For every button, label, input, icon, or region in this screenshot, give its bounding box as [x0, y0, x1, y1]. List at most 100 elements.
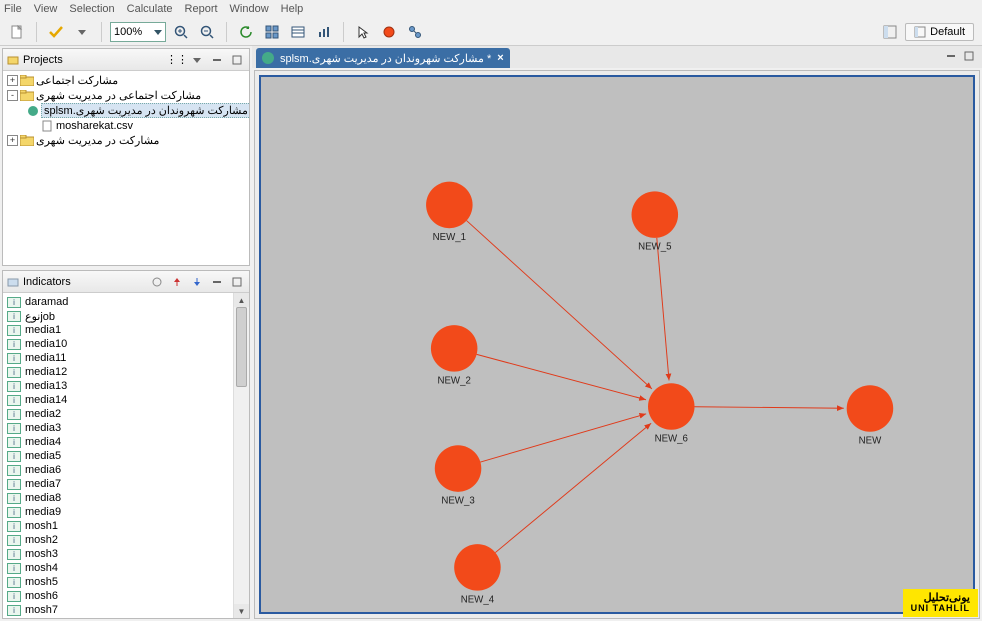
panel-title: Indicators [23, 276, 71, 288]
indicator-icon: i [7, 311, 21, 322]
indicator-item[interactable]: imosh2 [3, 533, 249, 547]
sort-desc-icon[interactable] [189, 274, 205, 290]
node-label: NEW_6 [655, 433, 688, 444]
menu-item-selection[interactable]: Selection [69, 3, 114, 15]
indicator-label: mosh1 [25, 520, 58, 532]
diagram-node[interactable] [847, 385, 894, 432]
view-toolbar: Default [879, 18, 974, 46]
indicator-item[interactable]: imedia9 [3, 505, 249, 519]
minimize-icon[interactable] [209, 274, 225, 290]
indicator-item[interactable]: i media13 [3, 379, 249, 393]
grid-view-icon[interactable] [261, 21, 283, 43]
zoom-in-icon[interactable] [170, 21, 192, 43]
diagram-edge[interactable] [695, 407, 844, 408]
indicator-item[interactable]: imedia7 [3, 477, 249, 491]
new-file-icon[interactable] [6, 21, 28, 43]
indicator-icon: i [7, 451, 21, 462]
minimize-editor-icon[interactable] [944, 49, 958, 63]
tab-model[interactable]: splsm.مشارکت شهروندان در مدیریت شهری * × [256, 48, 510, 68]
tree-item[interactable]: mosharekat.csv [7, 118, 245, 133]
zoom-select[interactable]: 100% [110, 22, 166, 42]
link-tool-icon[interactable] [404, 21, 426, 43]
indicator-label: mosh5 [25, 576, 58, 588]
validate-icon[interactable] [45, 21, 67, 43]
sort-asc-icon[interactable] [169, 274, 185, 290]
perspective-default[interactable]: Default [905, 23, 974, 41]
indicator-item[interactable]: imosh3 [3, 547, 249, 561]
indicator-item[interactable]: imosh7 [3, 603, 249, 617]
expand-icon[interactable]: + [7, 75, 18, 86]
indicator-icon: i [7, 381, 21, 392]
menu-item-view[interactable]: View [34, 3, 58, 15]
collapse-icon[interactable]: - [7, 90, 18, 101]
scroll-up-icon[interactable]: ▲ [234, 293, 249, 307]
menu-item-help[interactable]: Help [281, 3, 304, 15]
indicator-item[interactable]: imedia10 [3, 337, 249, 351]
indicator-item[interactable]: imedia2 [3, 407, 249, 421]
indicator-icon: i [7, 591, 21, 602]
indicator-item[interactable]: imedia12 [3, 365, 249, 379]
scroll-down-icon[interactable]: ▼ [234, 604, 249, 618]
diagram-edge[interactable] [657, 238, 669, 381]
diagram-edge[interactable] [467, 221, 652, 389]
maximize-icon[interactable] [229, 274, 245, 290]
menu-item-file[interactable]: File [4, 3, 22, 15]
tree-item[interactable]: -مشارکت اجتماعی در مدیریت شهری [7, 88, 245, 103]
tree-item[interactable]: +مشارکت اجتماعی [7, 73, 245, 88]
maximize-icon[interactable] [229, 52, 245, 68]
indicator-icon: i [7, 395, 21, 406]
scroll-thumb[interactable] [236, 307, 247, 387]
node-label: NEW_4 [461, 594, 495, 605]
tree-item[interactable]: splsm.مشارکت شهروندان در مدیریت شهری [7, 103, 245, 118]
diagram-node[interactable] [435, 445, 482, 492]
indicator-item[interactable]: imedia3 [3, 421, 249, 435]
close-icon[interactable]: × [497, 52, 503, 64]
zoom-out-icon[interactable] [196, 21, 218, 43]
pointer-tool-icon[interactable] [352, 21, 374, 43]
tree-item[interactable]: +مشارکت در مدیریت شهری [7, 133, 245, 148]
table-view-icon[interactable] [287, 21, 309, 43]
diagram-edge[interactable] [477, 354, 646, 399]
indicator-item[interactable]: imedia5 [3, 449, 249, 463]
indicator-item[interactable]: imosh4 [3, 561, 249, 575]
collapse-icon[interactable] [189, 52, 205, 68]
diagram-node[interactable] [454, 544, 501, 591]
diagram-edge[interactable] [480, 414, 646, 462]
diagram-edge[interactable] [495, 423, 651, 552]
indicator-item[interactable]: iنوعjob [3, 309, 249, 323]
layout-icon[interactable] [879, 21, 901, 43]
indicator-label: media13 [25, 380, 67, 392]
diagram-node[interactable] [431, 325, 478, 372]
menu-item-window[interactable]: Window [230, 3, 269, 15]
indicator-item[interactable]: imedia8 [3, 491, 249, 505]
menu-item-calculate[interactable]: Calculate [127, 3, 173, 15]
indicator-item[interactable]: imosh1 [3, 519, 249, 533]
menu-item-report[interactable]: Report [185, 3, 218, 15]
indicator-item[interactable]: imedia1 [3, 323, 249, 337]
panel-icon [7, 54, 19, 66]
indicator-item[interactable]: imedia6 [3, 463, 249, 477]
node-tool-icon[interactable] [378, 21, 400, 43]
indicator-item[interactable]: imosh6 [3, 589, 249, 603]
indicator-label: media10 [25, 338, 67, 350]
indicator-icon: i [7, 549, 21, 560]
diagram-node[interactable] [648, 383, 695, 430]
minimize-icon[interactable] [209, 52, 225, 68]
model-canvas[interactable]: NEW_1NEW_2NEW_3NEW_4NEW_5NEW_6NEW [259, 75, 975, 614]
indicator-label: mosh4 [25, 562, 58, 574]
panel-action-icon[interactable]: ⋮⋮ [169, 52, 185, 68]
filter-icon[interactable] [149, 274, 165, 290]
dropdown-icon[interactable] [71, 21, 93, 43]
chart-view-icon[interactable] [313, 21, 335, 43]
scrollbar[interactable]: ▲ ▼ [233, 293, 249, 618]
expand-icon[interactable]: + [7, 135, 18, 146]
indicator-item[interactable]: imedia11 [3, 351, 249, 365]
maximize-editor-icon[interactable] [962, 49, 976, 63]
refresh-icon[interactable] [235, 21, 257, 43]
indicator-item[interactable]: imedia14 [3, 393, 249, 407]
indicator-item[interactable]: imedia4 [3, 435, 249, 449]
diagram-node[interactable] [426, 182, 473, 229]
diagram-node[interactable] [632, 191, 679, 238]
indicator-item[interactable]: idaramad [3, 295, 249, 309]
indicator-item[interactable]: imosh5 [3, 575, 249, 589]
